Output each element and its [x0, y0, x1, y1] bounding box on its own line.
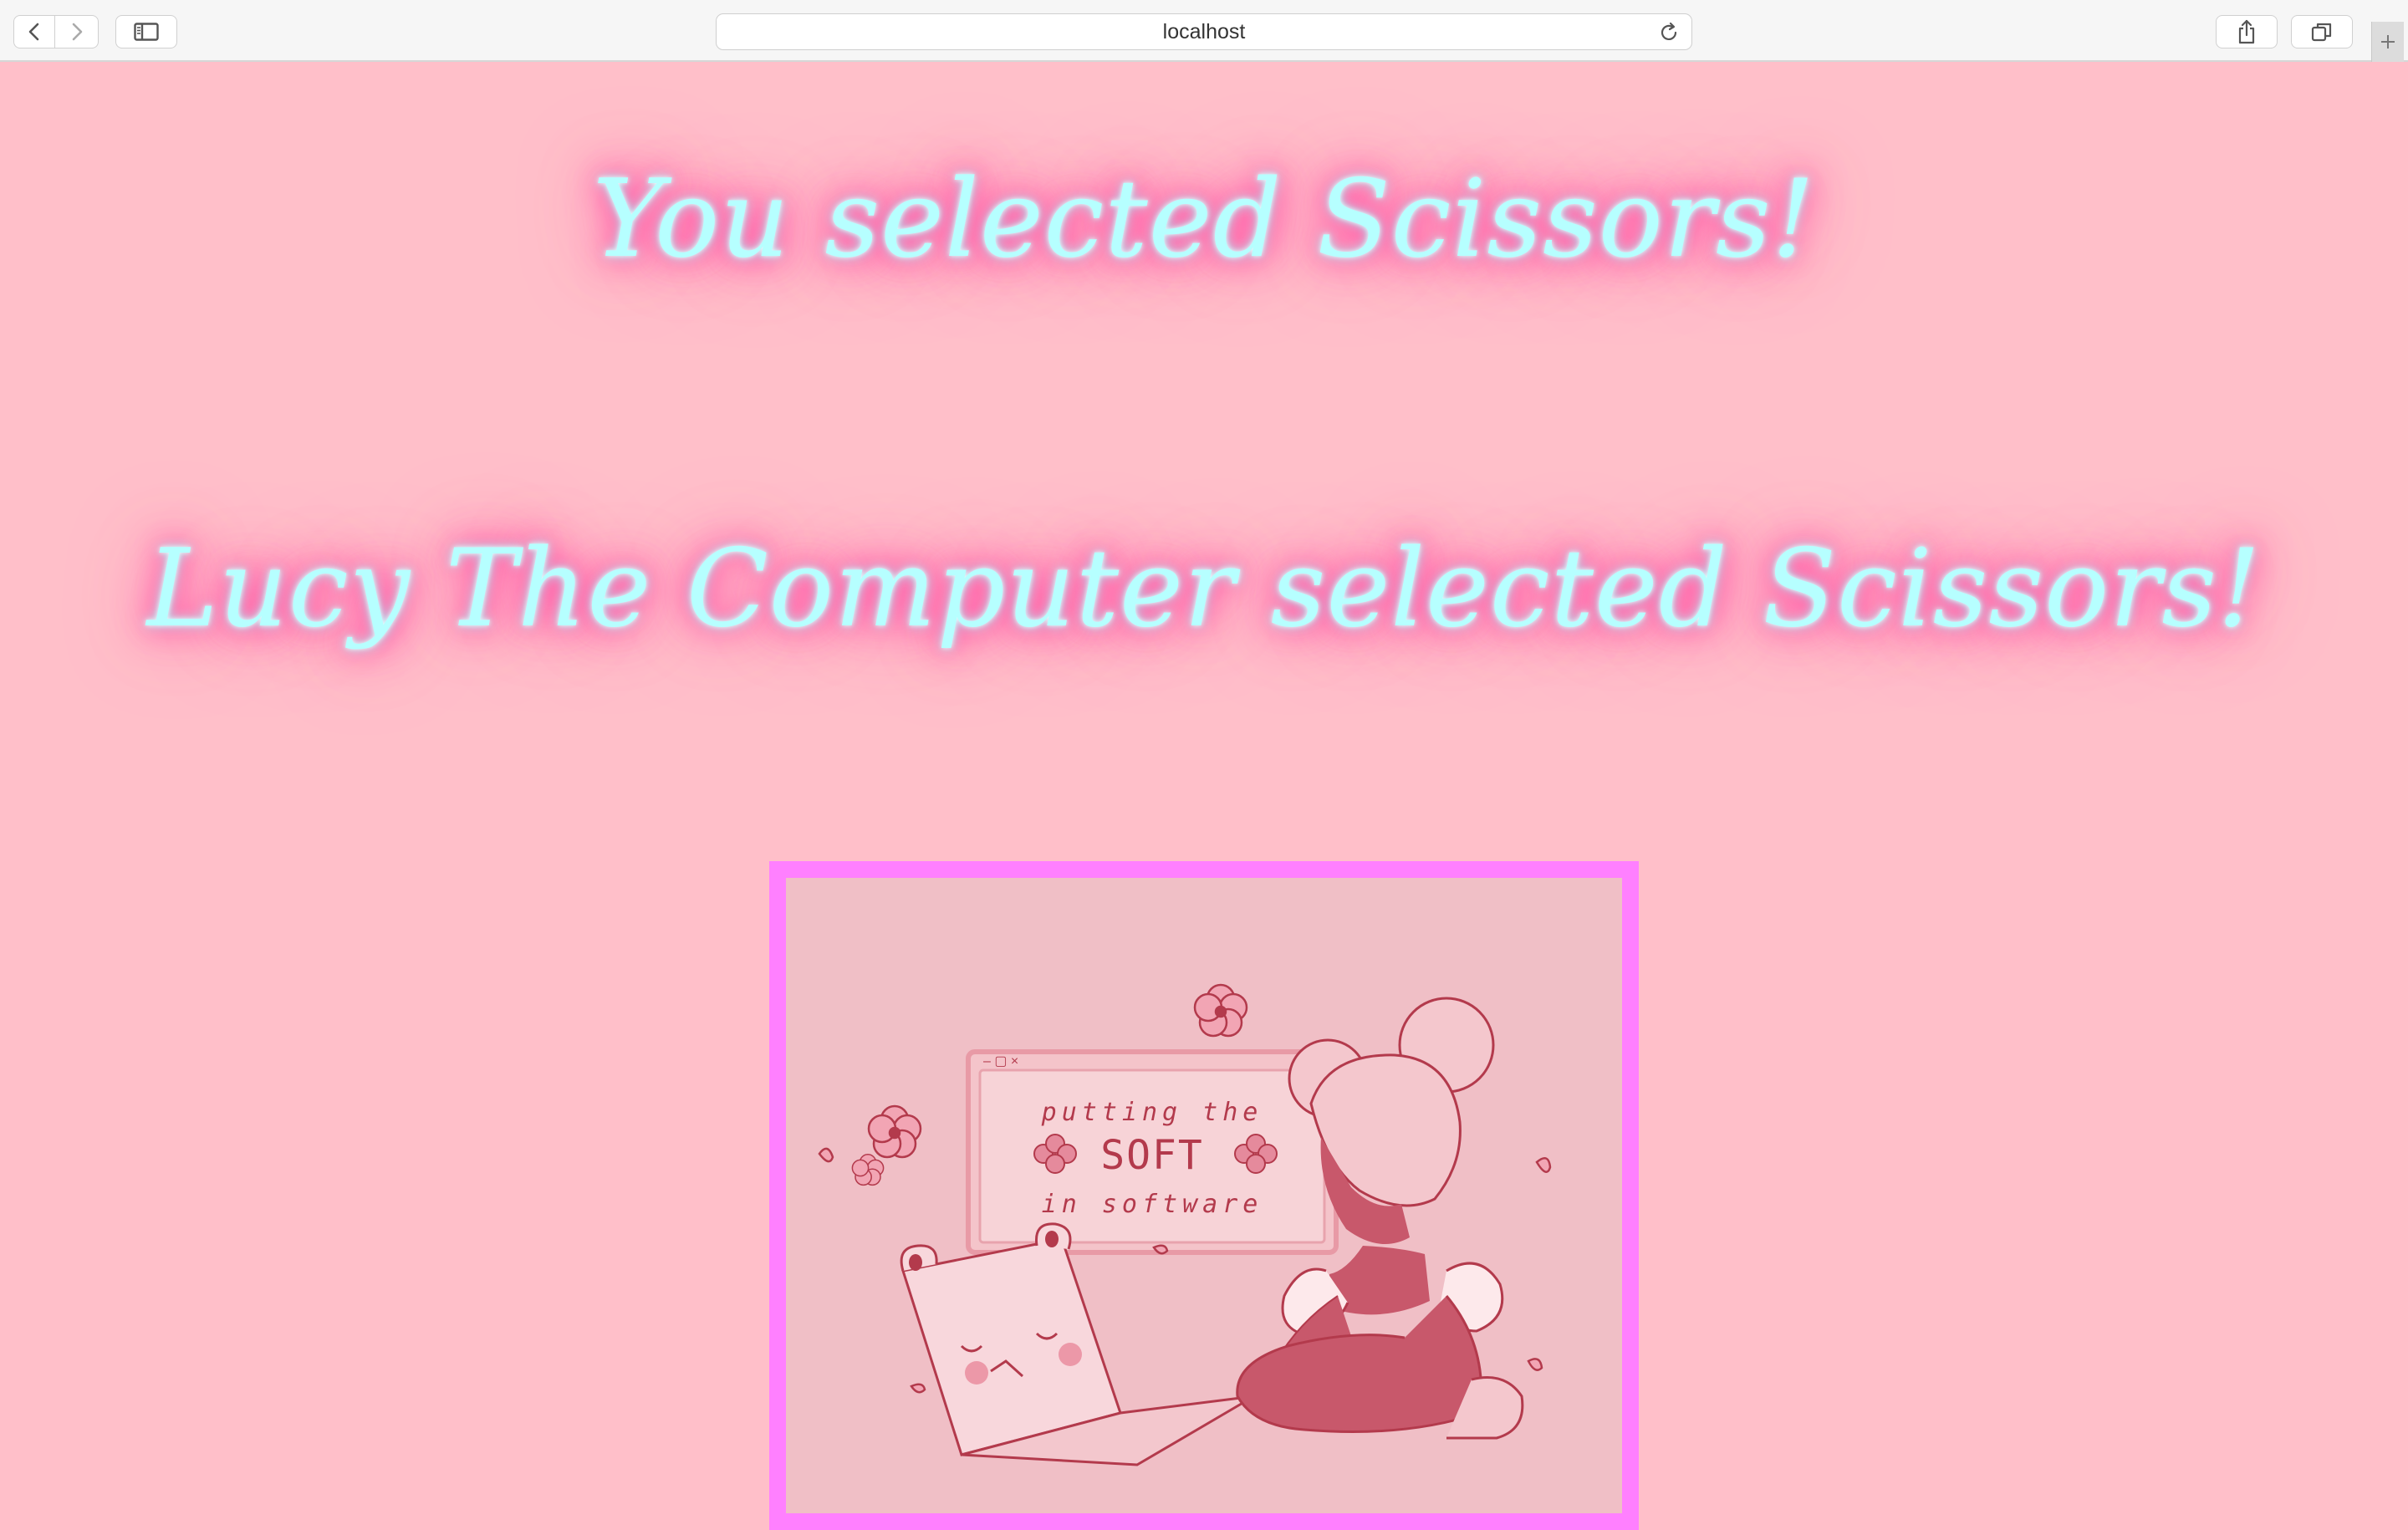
- back-button[interactable]: [13, 15, 55, 48]
- window-line-2: SOFT: [1100, 1132, 1204, 1179]
- illustration: – ▢ × putting the SOFT in software: [786, 878, 1622, 1513]
- window-controls-icon: – ▢ ×: [983, 1054, 1018, 1068]
- share-icon: [2238, 19, 2255, 44]
- sidebar-toggle-button[interactable]: [115, 15, 177, 48]
- sidebar-icon: [134, 23, 159, 41]
- chevron-right-icon: [72, 23, 82, 41]
- address-bar[interactable]: localhost: [716, 13, 1692, 50]
- browser-toolbar: localhost: [0, 0, 2408, 62]
- window-line-1: putting the: [1041, 1098, 1263, 1127]
- plus-icon: [2381, 35, 2395, 48]
- reload-icon[interactable]: [1658, 22, 1680, 43]
- address-text[interactable]: localhost: [717, 14, 1691, 49]
- soft-in-software-illustration: – ▢ × putting the SOFT in software: [818, 983, 1552, 1466]
- cat-laptop: [900, 1222, 1255, 1466]
- chevron-left-icon: [28, 23, 39, 41]
- app-window: – ▢ × putting the SOFT in software: [966, 1049, 1339, 1255]
- tabs-overview-button[interactable]: [2291, 15, 2353, 48]
- tabs-overview-icon: [2311, 23, 2332, 42]
- illustration-frame: – ▢ × putting the SOFT in software: [769, 861, 1639, 1530]
- computer-choice-heading: Lucy The Computer selected Scissors!: [146, 527, 2262, 651]
- window-line-3: in software: [1042, 1190, 1263, 1219]
- forward-button[interactable]: [55, 15, 99, 48]
- player-choice-heading: You selected Scissors!: [592, 157, 1816, 282]
- share-button[interactable]: [2216, 15, 2278, 48]
- new-tab-button[interactable]: [2371, 22, 2404, 62]
